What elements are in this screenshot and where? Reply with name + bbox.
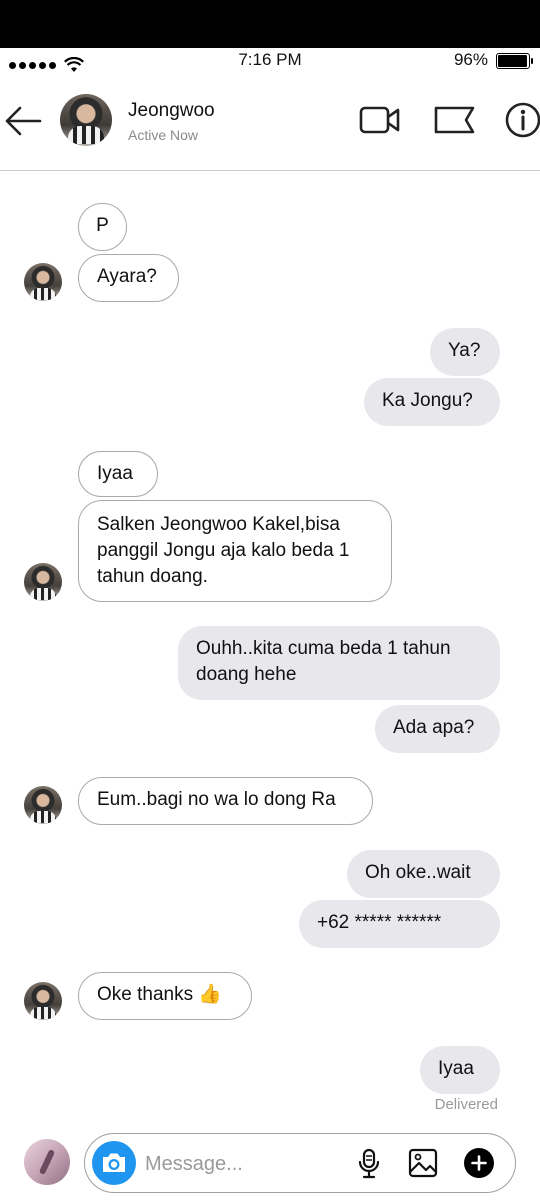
add-icon[interactable]	[463, 1147, 495, 1179]
self-avatar[interactable]	[24, 1139, 70, 1185]
message-input[interactable]	[143, 1146, 327, 1182]
message-incoming[interactable]: Ayara?	[78, 254, 179, 302]
chat-header: Jeongwoo Active Now	[0, 78, 540, 171]
sender-avatar[interactable]	[24, 786, 62, 824]
info-icon[interactable]	[504, 98, 540, 142]
message-outgoing[interactable]: Ouhh..kita cuma beda 1 tahun doang hehe	[178, 626, 500, 700]
message-outgoing[interactable]: +62 ***** ******	[299, 900, 500, 948]
contact-active-status: Active Now	[128, 127, 199, 143]
battery-icon	[496, 53, 533, 69]
message-outgoing[interactable]: Ya?	[430, 328, 500, 376]
message-outgoing[interactable]: Oh oke..wait	[347, 850, 500, 898]
message-outgoing[interactable]: Ka Jongu?	[364, 378, 500, 426]
contact-avatar[interactable]	[60, 94, 112, 146]
message-outgoing[interactable]: Ada apa?	[375, 705, 500, 753]
message-composer	[84, 1133, 516, 1193]
microphone-icon[interactable]	[353, 1147, 385, 1179]
video-call-icon[interactable]	[358, 98, 402, 142]
message-incoming[interactable]: Salken Jeongwoo Kakel,bisa panggil Jongu…	[78, 500, 392, 602]
battery-percentage: 96%	[453, 50, 488, 69]
sender-avatar[interactable]	[24, 263, 62, 301]
back-arrow-icon[interactable]	[2, 100, 44, 142]
contact-name[interactable]: Jeongwoo	[128, 100, 215, 122]
delivered-status: Delivered	[434, 1096, 498, 1113]
top-black-bar	[0, 0, 540, 48]
sender-avatar[interactable]	[24, 563, 62, 601]
flag-icon[interactable]	[432, 98, 476, 142]
camera-icon	[103, 1153, 125, 1172]
message-outgoing[interactable]: Iyaa	[420, 1046, 500, 1094]
gallery-icon[interactable]	[407, 1147, 439, 1179]
sender-avatar[interactable]	[24, 982, 62, 1020]
message-incoming[interactable]: Eum..bagi no wa lo dong Ra	[78, 777, 373, 825]
message-incoming[interactable]: Oke thanks 👍	[78, 972, 252, 1020]
camera-button[interactable]	[92, 1141, 136, 1185]
message-incoming[interactable]: Iyaa	[78, 451, 158, 497]
message-incoming[interactable]: P	[78, 203, 127, 251]
